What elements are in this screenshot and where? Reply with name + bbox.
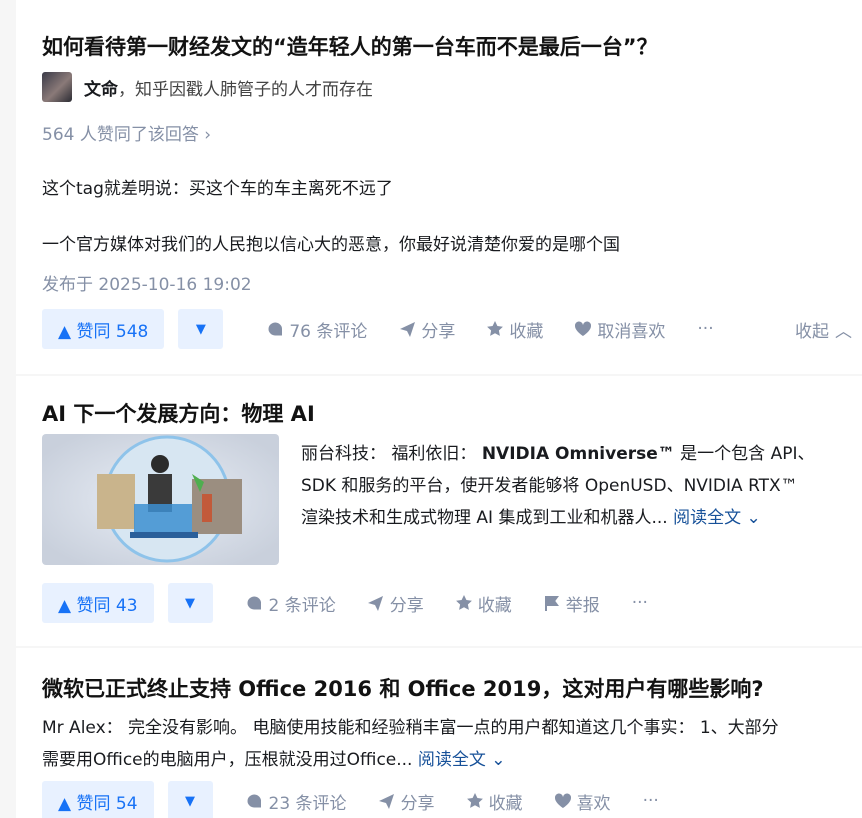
upvote-button[interactable]: ▲ 赞同 43 — [42, 583, 154, 623]
collapse-button[interactable]: 收起 ︿ — [795, 317, 852, 342]
chevron-down-icon: ⌄ — [491, 750, 506, 770]
comments-button[interactable]: 23 条评论 — [245, 789, 347, 814]
downvote-button[interactable]: ▼ — [167, 583, 213, 623]
comments-label: 76 条评论 — [289, 321, 368, 342]
question-title[interactable]: 如何看待第一财经发文的“造年轻人的第一台车而不是最后一台”？ — [42, 33, 658, 61]
author-name[interactable]: 文命 — [84, 75, 118, 100]
report-label: 举报 — [565, 595, 600, 616]
read-more-link[interactable]: 阅读全文 ⌄ — [673, 508, 761, 528]
chevron-right-icon: › — [204, 125, 212, 145]
feed-card: 如何看待第一财经发文的“造年轻人的第一台车而不是最后一台”？ 文命 ，知乎因戳人… — [16, 0, 862, 374]
comments-button[interactable]: 76 条评论 — [265, 317, 367, 342]
share-button[interactable]: 分享 — [397, 317, 455, 342]
action-bar: ▲ 赞同 43 ▼ 2 条评论 分享 收藏 举报 ··· — [42, 583, 842, 623]
like-button[interactable]: 喜欢 — [553, 789, 611, 814]
report-button[interactable]: 举报 — [542, 591, 600, 616]
article-thumbnail[interactable] — [42, 434, 279, 565]
comments-label: 23 条评论 — [268, 793, 347, 814]
share-label: 分享 — [400, 793, 435, 814]
excerpt-bold: NVIDIA Omniverse™ — [481, 444, 675, 464]
voters-text: 564 人赞同了该回答 — [42, 125, 199, 145]
article-title[interactable]: AI 下一个发展方向：物理 AI — [42, 400, 315, 428]
upvote-button[interactable]: ▲ 赞同 548 — [42, 309, 165, 349]
star-icon — [454, 593, 474, 613]
favorite-button[interactable]: 收藏 — [465, 789, 523, 814]
triangle-down-icon: ▼ — [185, 595, 196, 611]
triangle-down-icon: ▼ — [195, 321, 206, 337]
answer-paragraph: 一个官方媒体对我们的人民抱以信心大的恶意，你最好说清楚你爱的是哪个国 — [42, 235, 620, 255]
like-button[interactable]: 取消喜欢 — [573, 317, 665, 342]
heart-icon — [573, 319, 593, 339]
voters-link[interactable]: 564 人赞同了该回答 › — [42, 120, 211, 145]
comment-icon — [265, 319, 285, 339]
question-title[interactable]: 微软已正式终止支持 Office 2016 和 Office 2019，这对用户… — [42, 675, 764, 703]
author-bio: ，知乎因戳人肺管子的人才而存在 — [118, 79, 373, 100]
downvote-button[interactable]: ▼ — [167, 781, 213, 818]
excerpt-text: 是一个包含 API、 — [674, 444, 815, 464]
collapse-label: 收起 — [795, 321, 829, 342]
share-icon — [366, 593, 386, 613]
read-more-link[interactable]: 阅读全文 ⌄ — [418, 750, 506, 770]
action-bar: ▲ 赞同 548 ▼ 76 条评论 分享 收藏 取消喜欢 ··· 收起 ︿ — [42, 309, 852, 349]
upvote-button[interactable]: ▲ 赞同 54 — [42, 781, 154, 818]
star-icon — [465, 791, 485, 811]
downvote-button[interactable]: ▼ — [178, 309, 224, 349]
triangle-down-icon: ▼ — [185, 793, 196, 809]
share-icon — [397, 319, 417, 339]
comments-button[interactable]: 2 条评论 — [245, 591, 336, 616]
excerpt-text: 渲染技术和生成式物理 AI 集成到工业和机器人... — [301, 508, 668, 528]
action-bar: ▲ 赞同 54 ▼ 23 条评论 分享 收藏 喜欢 ··· — [42, 781, 842, 818]
excerpt-line: 丽台科技： 福利依旧： NVIDIA Omniverse™ 是一个包含 API、 — [301, 438, 814, 470]
excerpt-line: SDK 和服务的平台，使开发者能够将 OpenUSD、NVIDIA RTX™ — [301, 476, 798, 496]
feed-card: AI 下一个发展方向：物理 AI 丽台科技： 福利依旧： NVIDIA Omni… — [16, 376, 862, 646]
chevron-down-icon: ⌄ — [746, 508, 761, 528]
heart-icon — [553, 791, 573, 811]
author-row: 文命 ，知乎因戳人肺管子的人才而存在 — [42, 72, 373, 102]
share-label: 分享 — [389, 595, 424, 616]
share-icon — [377, 791, 397, 811]
flag-icon — [542, 593, 562, 613]
favorite-label: 收藏 — [509, 321, 544, 342]
excerpt-line: 需要用Office的电脑用户，压根就没用过Office... 阅读全文 ⌄ — [42, 744, 779, 776]
excerpt-line: 渲染技术和生成式物理 AI 集成到工业和机器人... 阅读全文 ⌄ — [301, 502, 814, 534]
excerpt-author: 丽台科技： 福利依旧： — [301, 444, 482, 464]
share-button[interactable]: 分享 — [366, 591, 424, 616]
article-excerpt[interactable]: 丽台科技： 福利依旧： NVIDIA Omniverse™ 是一个包含 API、… — [301, 438, 814, 534]
avatar[interactable] — [42, 72, 72, 102]
read-more-label: 阅读全文 — [673, 508, 742, 528]
like-label: 喜欢 — [576, 793, 611, 814]
read-more-label: 阅读全文 — [417, 750, 486, 770]
comment-icon — [245, 593, 265, 613]
favorite-label: 收藏 — [488, 793, 523, 814]
like-label: 取消喜欢 — [597, 321, 666, 342]
comment-icon — [245, 791, 265, 811]
favorite-button[interactable]: 收藏 — [485, 317, 543, 342]
comments-label: 2 条评论 — [268, 595, 336, 616]
excerpt-text: 需要用Office的电脑用户，压根就没用过Office... — [42, 750, 413, 770]
favorite-label: 收藏 — [477, 595, 512, 616]
favorite-button[interactable]: 收藏 — [454, 591, 512, 616]
share-button[interactable]: 分享 — [377, 789, 435, 814]
chevron-up-icon: ︿ — [835, 321, 852, 342]
excerpt-line: Mr Alex： 完全没有影响。 电脑使用技能和经验稍丰富一点的用户都知道这几个… — [42, 718, 779, 738]
answer-excerpt[interactable]: Mr Alex： 完全没有影响。 电脑使用技能和经验稍丰富一点的用户都知道这几个… — [42, 712, 779, 776]
star-icon — [485, 319, 505, 339]
feed-card: 微软已正式终止支持 Office 2016 和 Office 2019，这对用户… — [16, 648, 862, 818]
answer-paragraph: 这个tag就差明说：买这个车的车主离死不远了 — [42, 179, 393, 199]
share-label: 分享 — [421, 321, 456, 342]
more-button[interactable]: ··· — [632, 593, 648, 613]
publish-time[interactable]: 发布于 2025-10-16 19:02 — [42, 270, 252, 295]
more-button[interactable]: ··· — [697, 319, 713, 339]
more-button[interactable]: ··· — [643, 791, 659, 811]
